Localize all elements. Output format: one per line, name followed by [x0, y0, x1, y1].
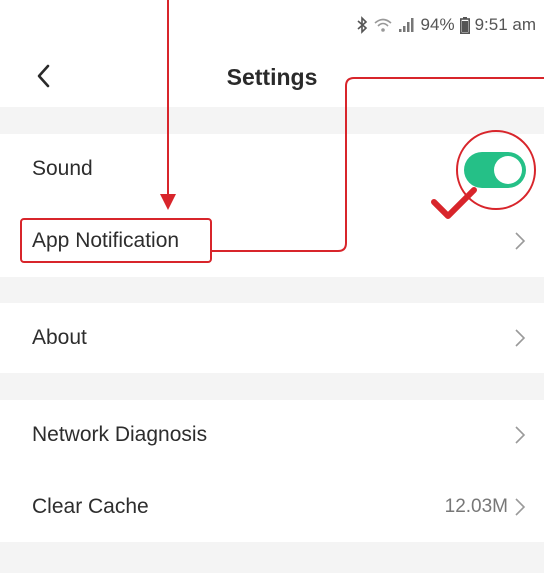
network-diagnosis-row[interactable]: Network Diagnosis [0, 400, 544, 470]
battery-percent: 94% [420, 15, 455, 34]
chevron-right-icon [515, 232, 526, 250]
bluetooth-icon [356, 16, 368, 34]
chevron-left-icon [37, 64, 50, 88]
sound-label: Sound [32, 157, 93, 180]
section-divider [0, 277, 544, 303]
status-bar: 94% 9:51 am [0, 0, 544, 50]
cache-size-value: 12.03M [444, 496, 508, 517]
chevron-right-icon [515, 498, 526, 516]
back-button[interactable] [28, 58, 58, 94]
chevron-right-icon [515, 329, 526, 347]
wifi-icon [373, 17, 393, 33]
sound-row: Sound [0, 134, 544, 204]
app-notification-highlight-box [20, 218, 212, 263]
page-title: Settings [226, 64, 318, 90]
clear-cache-label: Clear Cache [32, 495, 149, 518]
signal-icon [398, 17, 416, 33]
clear-cache-row[interactable]: Clear Cache 12.03M [0, 472, 544, 542]
header: Settings [0, 50, 544, 105]
section-divider [0, 373, 544, 400]
section-divider [0, 107, 544, 134]
section-divider [0, 542, 544, 573]
about-row[interactable]: About [0, 303, 544, 373]
toggle-knob [494, 156, 522, 184]
clock: 9:51 am [474, 15, 536, 34]
battery-icon [459, 16, 470, 34]
network-diagnosis-label: Network Diagnosis [32, 423, 208, 446]
chevron-right-icon [515, 426, 526, 444]
sound-toggle[interactable] [464, 152, 526, 188]
about-label: About [32, 326, 87, 349]
